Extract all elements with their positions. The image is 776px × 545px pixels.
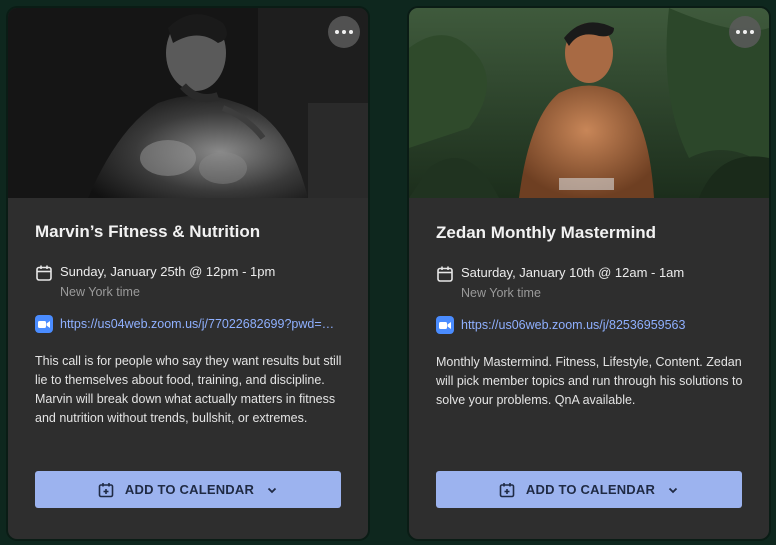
event-timezone: New York time: [60, 285, 140, 299]
description-paragraph: Monthly Mastermind. Fitness, Lifestyle, …: [436, 355, 743, 407]
event-card: Zedan Monthly Mastermind Saturday, Janua…: [409, 8, 769, 539]
meeting-link[interactable]: https://us06web.zoom.us/j/82536959563: [461, 318, 685, 332]
event-cover-image: [8, 8, 368, 198]
description-paragraph: Marvin will break down what actually mat…: [35, 392, 336, 425]
event-date-row: Sunday, January 25th @ 12pm - 1pm New Yo…: [35, 264, 275, 300]
zoom-video-icon: [35, 315, 53, 333]
add-to-calendar-label: ADD TO CALENDAR: [124, 482, 255, 497]
description-paragraph: This call is for people who say they wan…: [35, 354, 342, 387]
add-to-calendar-label: ADD TO CALENDAR: [525, 482, 656, 497]
event-description: Monthly Mastermind. Fitness, Lifestyle, …: [436, 353, 746, 410]
chevron-down-icon: [267, 487, 277, 493]
event-title: Zedan Monthly Mastermind: [436, 223, 657, 242]
event-card: Marvin’s Fitness & Nutrition Sunday, Jan…: [8, 8, 368, 539]
zoom-video-icon: [436, 316, 454, 334]
event-date: Sunday, January 25th @ 12pm - 1pm: [60, 264, 276, 279]
more-horizontal-icon: [736, 30, 754, 34]
event-description: This call is for people who say they wan…: [35, 352, 345, 428]
event-timezone: New York time: [461, 286, 541, 300]
more-horizontal-icon: [335, 30, 353, 34]
calendar-icon: [36, 265, 52, 281]
calendar-plus-icon: [98, 482, 114, 497]
event-details: Zedan Monthly Mastermind Saturday, Janua…: [409, 198, 769, 539]
calendar-plus-icon: [499, 482, 515, 497]
event-cover-image: [409, 8, 769, 198]
event-link-row: https://us04web.zoom.us/j/77022682699?pw…: [35, 315, 345, 333]
events-grid: Marvin’s Fitness & Nutrition Sunday, Jan…: [0, 0, 776, 545]
event-date: Saturday, January 10th @ 12am - 1am: [461, 265, 685, 280]
event-date-row: Saturday, January 10th @ 12am - 1am New …: [436, 265, 684, 301]
event-title: Marvin’s Fitness & Nutrition: [35, 222, 261, 241]
calendar-icon: [437, 266, 453, 282]
add-to-calendar-button[interactable]: ADD TO CALENDAR: [436, 471, 742, 508]
event-details: Marvin’s Fitness & Nutrition Sunday, Jan…: [8, 198, 368, 539]
chevron-down-icon: [668, 487, 678, 493]
meeting-link[interactable]: https://us04web.zoom.us/j/77022682699?pw…: [60, 317, 334, 331]
event-link-row: https://us06web.zoom.us/j/82536959563: [436, 316, 746, 334]
more-options-button[interactable]: [729, 16, 761, 48]
more-options-button[interactable]: [328, 16, 360, 48]
add-to-calendar-button[interactable]: ADD TO CALENDAR: [35, 471, 341, 508]
